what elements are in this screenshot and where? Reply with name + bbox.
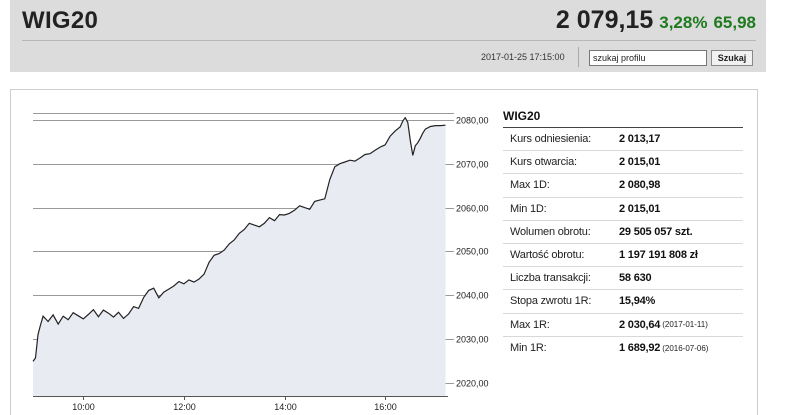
stats-row: Wolumen obrotu: 29 505 057 szt. bbox=[503, 221, 743, 244]
stats-row: Max 1R: 2 030,64 (2017-01-11) bbox=[503, 314, 743, 337]
stats-row: Kurs otwarcia: 2 015,01 bbox=[503, 151, 743, 175]
stat-label: Min 1D: bbox=[510, 202, 547, 215]
stats-title: WIG20 bbox=[503, 105, 743, 128]
stats-row: Min 1D: 2 015,01 bbox=[503, 198, 743, 221]
y-tick-label: 2070,00 bbox=[456, 160, 489, 170]
x-tick-label: 16:00 bbox=[374, 402, 397, 412]
stat-value: 2 015,01 bbox=[619, 202, 661, 215]
y-tick-label: 2030,00 bbox=[456, 335, 489, 345]
x-tick-label: 10:00 bbox=[72, 402, 95, 412]
stat-value: 29 505 057 szt. bbox=[619, 225, 693, 238]
quote-header: WIG20 2 079,15 3,28% 65,98 2017-01-25 17:1… bbox=[10, 0, 766, 72]
stat-label: Kurs otwarcia: bbox=[510, 156, 577, 169]
stat-date-note: (2016-07-06) bbox=[662, 343, 709, 353]
price-area bbox=[33, 117, 446, 396]
stat-label: Wolumen obrotu: bbox=[510, 225, 591, 238]
stats-row: Min 1R: 1 689,92 (2016-07-06) bbox=[503, 337, 743, 360]
stat-label: Wartość obrotu: bbox=[510, 249, 585, 262]
toolbar-separator bbox=[578, 47, 579, 67]
stat-label: Max 1R: bbox=[510, 318, 550, 331]
stat-value: 58 630 bbox=[619, 272, 652, 285]
search-button[interactable]: Szukaj bbox=[711, 50, 753, 66]
stat-label: Liczba transakcji: bbox=[510, 272, 591, 285]
stats-row: Wartość obrotu: 1 197 191 808 zł bbox=[503, 244, 743, 268]
quote-timestamp: 2017-01-25 17:15:00 bbox=[481, 52, 565, 62]
y-tick-label: 2080,00 bbox=[456, 116, 489, 126]
stat-label: Max 1D: bbox=[510, 179, 550, 192]
x-tick-label: 12:00 bbox=[173, 402, 196, 412]
y-tick-label: 2040,00 bbox=[456, 291, 489, 301]
stat-label: Stopa zwrotu 1R: bbox=[510, 295, 592, 308]
stat-label: Min 1R: bbox=[510, 342, 547, 355]
stat-date-note: (2017-01-11) bbox=[662, 320, 708, 330]
stat-value: 2 013,17 bbox=[619, 133, 661, 146]
instrument-title: WIG20 bbox=[22, 7, 99, 34]
stat-label: Kurs odniesienia: bbox=[510, 133, 591, 146]
x-tick-label: 14:00 bbox=[274, 402, 297, 412]
profile-search-input[interactable] bbox=[589, 50, 707, 66]
quote-panel: 2020,00 2030,00 2040,00 2050,00 2060,00 2070,… bbox=[10, 89, 758, 415]
stats-row: Max 1D: 2 080,98 bbox=[503, 174, 743, 198]
y-axis-ticks: 2020,00 2030,00 2040,00 2050,00 2060,00 2070,… bbox=[456, 116, 489, 389]
change-absolute: 65,98 bbox=[713, 13, 756, 32]
x-axis-ticks: 10:00 12:00 14:00 16:00 bbox=[72, 396, 397, 412]
stats-row: Liczba transakcji: 58 630 bbox=[503, 267, 743, 291]
stat-value: 1 197 191 808 zł bbox=[619, 249, 698, 262]
change-percent: 3,28% bbox=[659, 13, 708, 32]
y-tick-label: 2020,00 bbox=[456, 379, 489, 389]
stat-value: 2 015,01 bbox=[619, 156, 661, 169]
y-tick-label: 2050,00 bbox=[456, 247, 489, 257]
y-tick-label: 2060,00 bbox=[456, 204, 489, 214]
quote-summary: 2 079,15 3,28% 65,98 bbox=[556, 6, 756, 35]
stats-table: WIG20 Kurs odniesienia: 2 013,17 Kurs otw… bbox=[503, 105, 743, 360]
header-divider bbox=[22, 40, 756, 41]
intraday-chart: 2020,00 2030,00 2040,00 2050,00 2060,00 2070,… bbox=[32, 113, 489, 412]
stat-value: 15,94% bbox=[619, 295, 656, 308]
stat-value: 2 080,98 bbox=[619, 179, 661, 192]
stat-value: 2 030,64 bbox=[619, 318, 661, 331]
stats-row: Stopa zwrotu 1R: 15,94% bbox=[503, 290, 743, 314]
stat-value: 1 689,92 bbox=[619, 342, 661, 355]
stats-row: Kurs odniesienia: 2 013,17 bbox=[503, 128, 743, 152]
current-price: 2 079,15 bbox=[555, 6, 654, 34]
